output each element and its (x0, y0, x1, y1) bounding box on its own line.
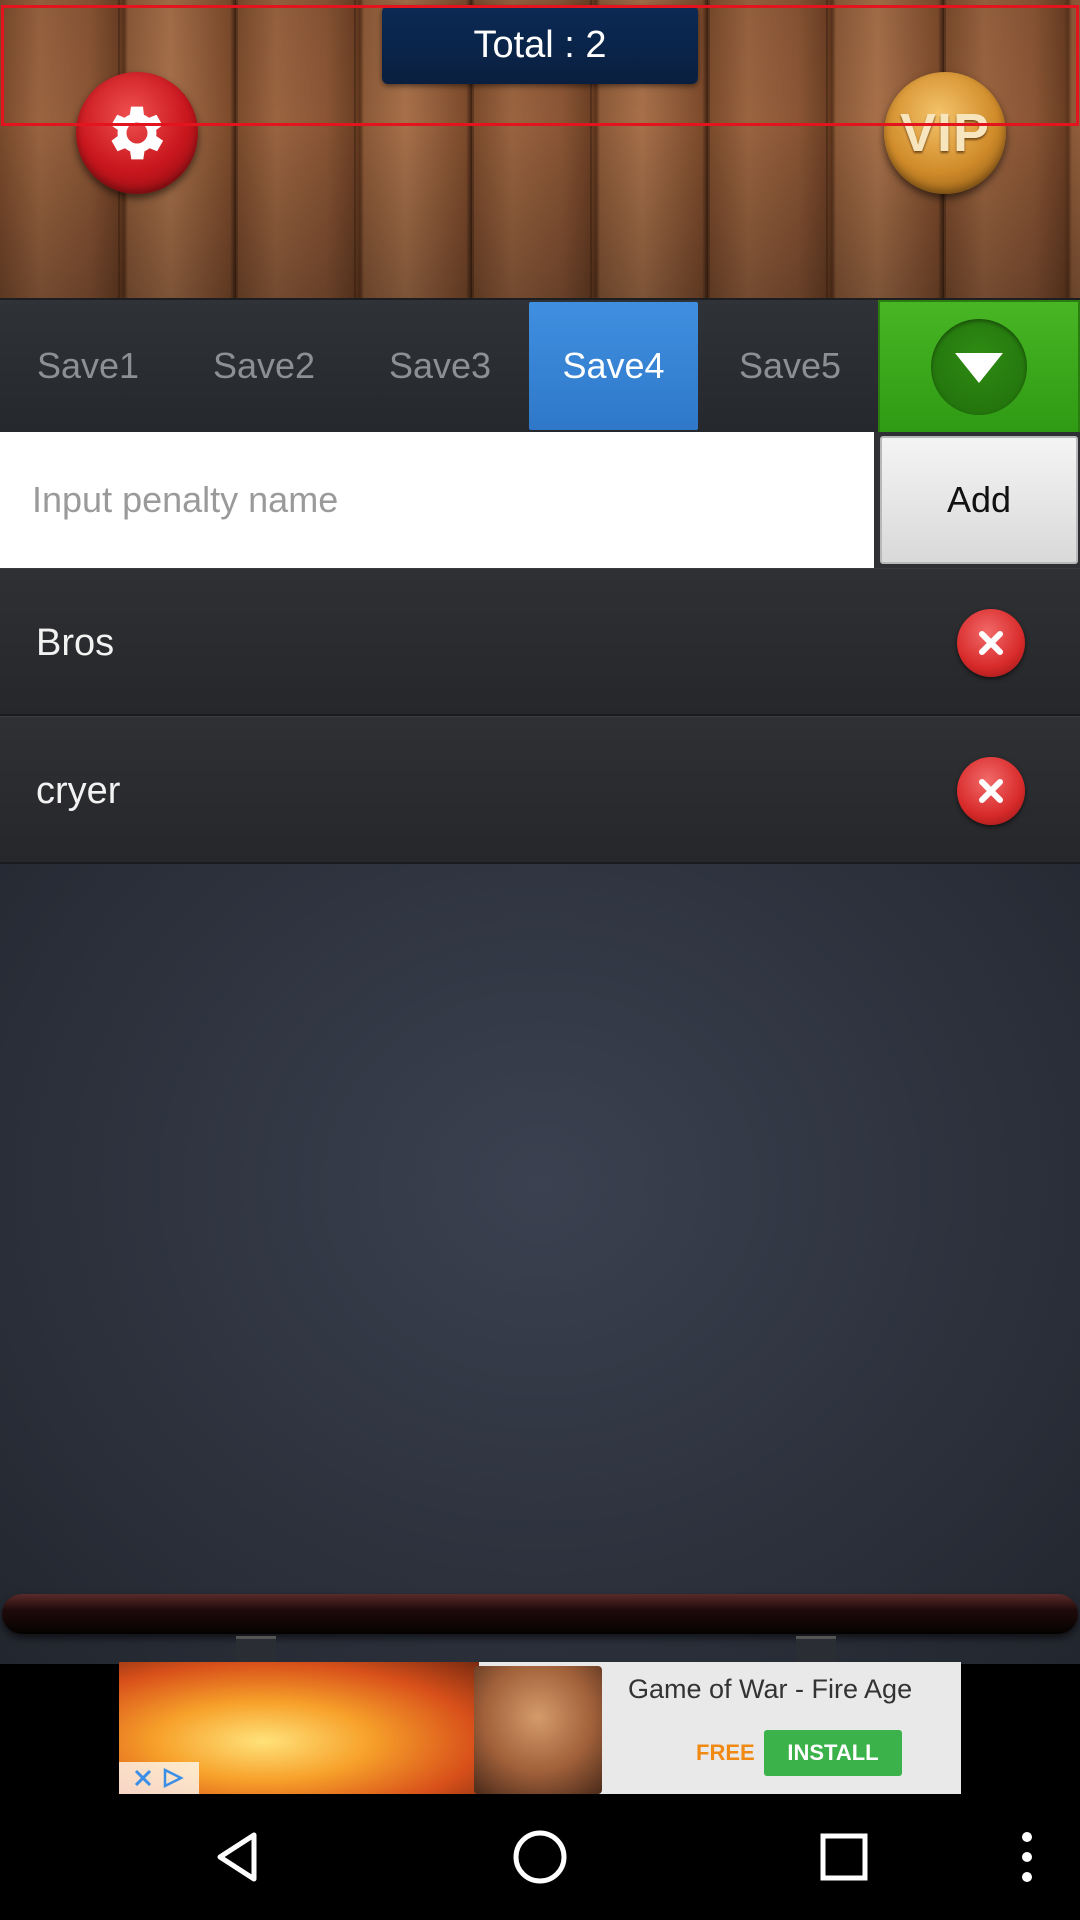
wood-grain (236, 0, 238, 298)
ad-free-label: FREE (696, 1740, 755, 1765)
nav-back-button[interactable] (208, 1827, 268, 1887)
input-row: Add (0, 432, 1080, 568)
close-icon (979, 631, 1003, 655)
ad-choices[interactable] (119, 1762, 199, 1794)
save-tabs: Save1 Save2 Save3 Save4 Save5 (0, 298, 1080, 434)
nav-menu-button[interactable] (1000, 1827, 1054, 1887)
close-icon (979, 779, 1003, 803)
penalty-name-input[interactable] (0, 432, 874, 568)
shelf-post (236, 1636, 276, 1662)
tab-save1[interactable]: Save1 (0, 302, 176, 430)
delete-button[interactable] (957, 757, 1025, 825)
ad-banner[interactable]: Game of War - Fire Age FREE INSTALL (119, 1662, 961, 1794)
shelf-bar (2, 1594, 1078, 1634)
navigation-bar (0, 1794, 1080, 1920)
delete-button[interactable] (957, 609, 1025, 677)
back-icon (217, 1832, 257, 1882)
dropdown-circle (931, 319, 1027, 415)
nav-home-button[interactable] (510, 1827, 570, 1887)
home-icon (513, 1830, 567, 1884)
dropdown-button[interactable] (878, 300, 1080, 434)
wood-grain (354, 0, 356, 298)
header: Total : 2 VIP (0, 0, 1080, 298)
penalty-label: Bros (36, 622, 115, 664)
settings-button[interactable] (76, 72, 198, 194)
nav-recents-button[interactable] (814, 1827, 874, 1887)
vip-button[interactable]: VIP (884, 72, 1006, 194)
empty-content-area (0, 864, 1080, 1664)
tab-save4[interactable]: Save4 (529, 302, 698, 430)
ad-title: Game of War - Fire Age (628, 1674, 913, 1704)
list-item[interactable]: cryer (0, 716, 1080, 864)
tab-save5[interactable]: Save5 (702, 302, 878, 430)
more-vert-icon (1022, 1832, 1032, 1882)
tab-save2[interactable]: Save2 (176, 302, 352, 430)
close-icon[interactable] (131, 1766, 155, 1790)
add-button[interactable]: Add (880, 436, 1078, 564)
total-count: Total : 2 (382, 6, 698, 84)
ad-install-button[interactable]: INSTALL (764, 1730, 902, 1776)
gear-icon (111, 106, 164, 160)
chevron-down-icon (955, 353, 1003, 383)
tab-save3[interactable]: Save3 (352, 302, 528, 430)
penalty-list: Bros cryer (0, 568, 1080, 864)
shelf-post (796, 1636, 836, 1662)
adchoices-icon[interactable] (159, 1766, 187, 1790)
wood-grain (708, 0, 710, 298)
ad-warrior-image (474, 1666, 602, 1794)
recents-icon (820, 1833, 868, 1881)
wood-grain (826, 0, 828, 298)
list-item[interactable]: Bros (0, 568, 1080, 716)
penalty-label: cryer (36, 770, 121, 812)
